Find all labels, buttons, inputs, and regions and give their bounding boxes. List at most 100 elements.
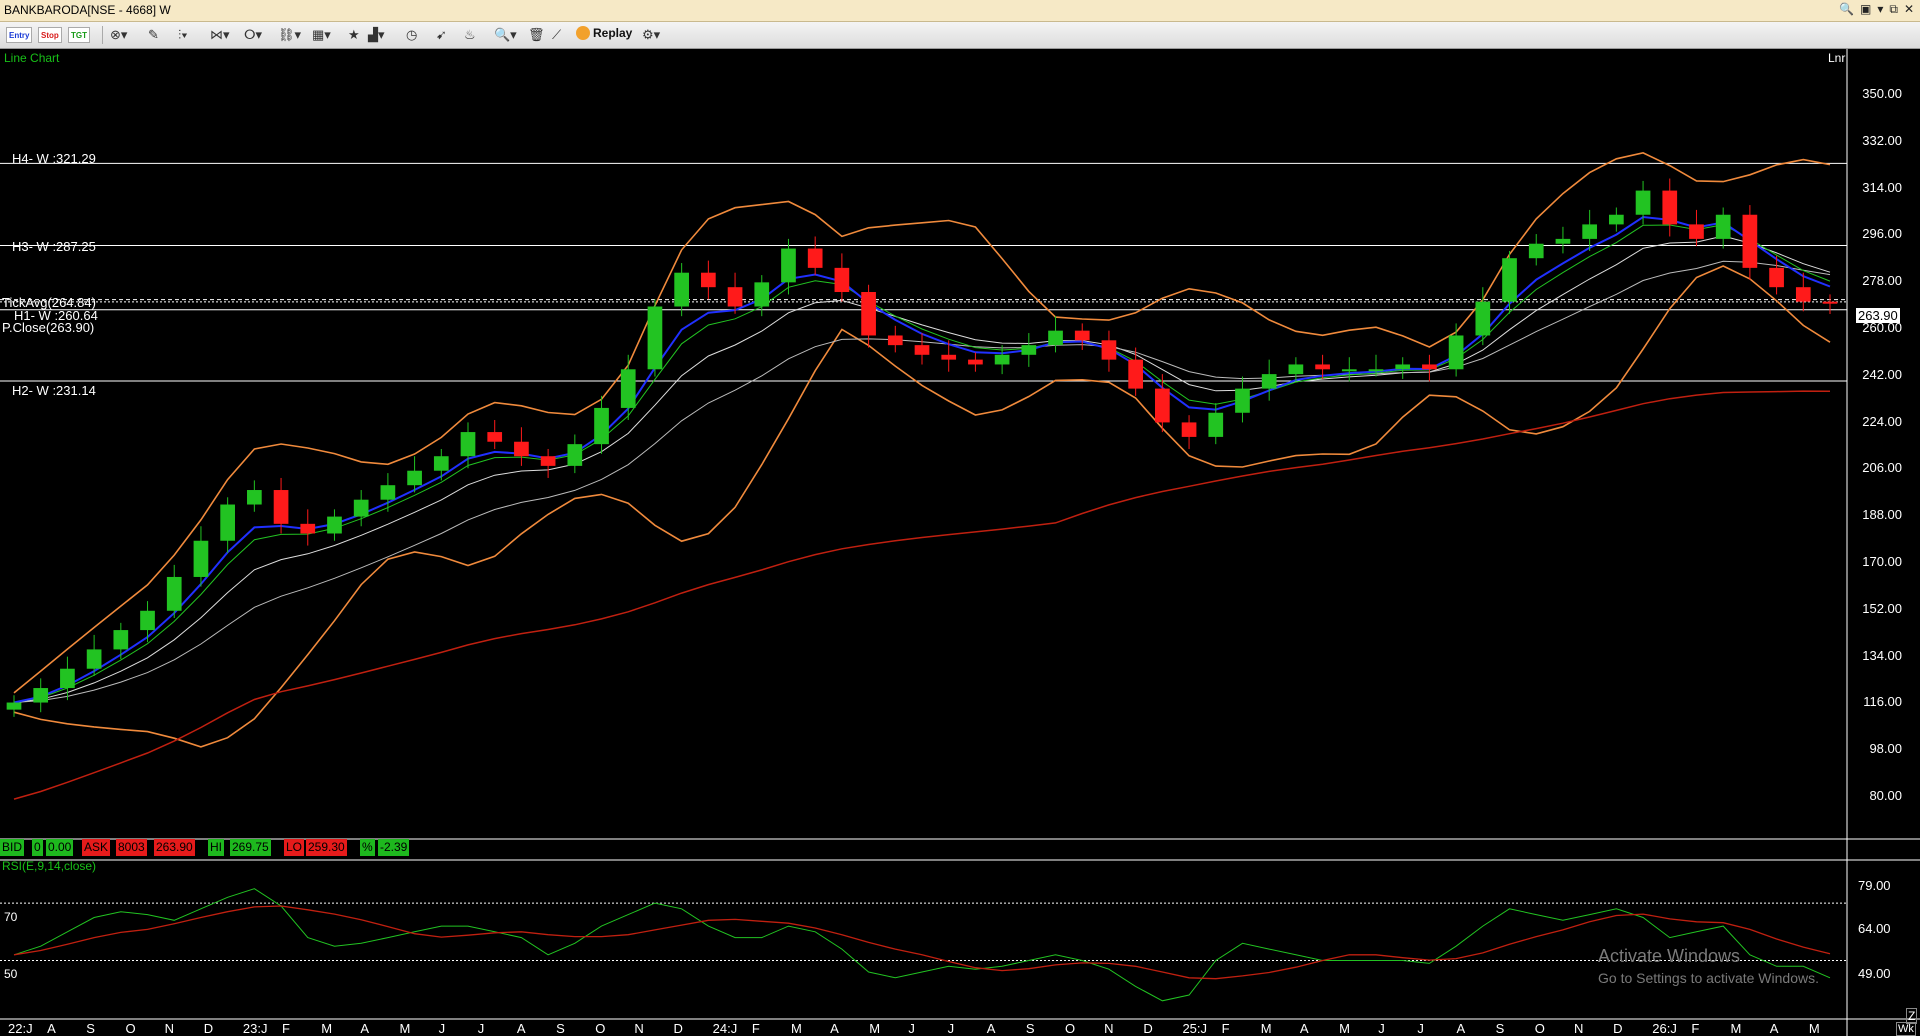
zoom-icon[interactable]: 🔍▾: [494, 25, 517, 45]
time-tick: A: [1299, 1021, 1309, 1036]
level-h4-label: H4- W :321.29: [12, 151, 96, 166]
chart-type-icon[interactable]: ⟋: [552, 25, 561, 45]
candle-body: [1502, 258, 1517, 302]
maximize-icon[interactable]: ⧉: [1889, 2, 1898, 17]
price-tick: 134.00: [1862, 647, 1902, 663]
level-h3-label: H3- W :287.25: [12, 239, 96, 254]
delete-icon[interactable]: 🗑: [528, 25, 545, 45]
time-tick: 24:J: [712, 1021, 738, 1036]
search-icon[interactable]: 🔍: [1839, 2, 1854, 17]
ask-price: 263.90: [154, 839, 195, 856]
hi-label: HI: [208, 839, 224, 856]
lines-icon[interactable]: ⋈▾: [210, 25, 230, 45]
entry-button[interactable]: Entry: [6, 27, 33, 43]
time-tick: M: [399, 1021, 411, 1036]
link-icon[interactable]: ⛓▾: [278, 25, 301, 45]
close-icon[interactable]: ✕: [1904, 2, 1914, 17]
candle-body: [754, 282, 770, 307]
stop-button[interactable]: Stop: [38, 27, 62, 43]
prev-close-label: P.Close(263.90): [2, 320, 95, 335]
period-button[interactable]: Wk: [1896, 1022, 1916, 1036]
settings-icon[interactable]: ⚙▾: [642, 25, 660, 45]
time-tick: D: [1613, 1021, 1623, 1036]
candle-body: [1742, 214, 1758, 268]
candle-body: [514, 441, 529, 457]
candle-body: [353, 499, 369, 517]
candle-body: [807, 248, 823, 268]
clock-icon[interactable]: ◷: [406, 25, 417, 45]
price-tick: 278.00: [1862, 273, 1902, 289]
restore-icon[interactable]: ▣: [1860, 2, 1871, 17]
price-tick: 314.00: [1862, 179, 1902, 195]
time-tick: J: [1417, 1021, 1424, 1036]
time-tick: J: [908, 1021, 915, 1036]
money-icon[interactable]: ⊗▾: [110, 25, 127, 45]
level-h2-label: H2- W :231.14: [12, 383, 96, 398]
rsi-level-70: 70: [4, 910, 18, 924]
time-tick: A: [986, 1021, 996, 1036]
pencil-icon[interactable]: ✎: [148, 25, 159, 45]
price-tick: 296.00: [1862, 226, 1902, 242]
candle-body: [727, 287, 743, 307]
hi-value: 269.75: [230, 839, 271, 856]
pattern-icon[interactable]: ⵔ▾: [244, 25, 262, 45]
candle-body: [60, 668, 75, 689]
candle-body: [1208, 412, 1224, 437]
star-icon[interactable]: ★: [348, 25, 360, 45]
candle-body: [1341, 369, 1357, 372]
price-tick: 98.00: [1869, 741, 1902, 757]
time-tick: F: [282, 1021, 290, 1036]
time-tick: 25:J: [1182, 1021, 1208, 1036]
replay-button[interactable]: Replay: [576, 26, 632, 40]
layout-icon[interactable]: ▦▾: [312, 25, 331, 45]
cursor-icon[interactable]: ➹: [436, 25, 447, 45]
time-tick: J: [1378, 1021, 1385, 1036]
time-tick: A: [830, 1021, 839, 1036]
time-tick: J: [947, 1021, 955, 1036]
time-tick: F: [751, 1021, 760, 1036]
rsi-label: RSI(E,9,14,close): [2, 859, 97, 873]
candle-body: [1155, 388, 1170, 423]
candle-body: [647, 306, 663, 370]
candle-body: [166, 576, 182, 611]
dropdown-icon[interactable]: ▾: [1877, 2, 1883, 17]
lo-value: 259.30: [306, 839, 347, 856]
price-tick: 116.00: [1863, 694, 1902, 710]
candle-body: [1662, 190, 1678, 225]
candle-body: [1048, 330, 1063, 346]
time-tick: A: [1456, 1021, 1466, 1036]
candle-body: [1609, 214, 1624, 225]
price-tick: 224.00: [1862, 413, 1902, 429]
time-tick: M: [1339, 1021, 1350, 1036]
rsi-tick: 64.00: [1858, 921, 1891, 936]
drawing-icon[interactable]: ⫶▾: [178, 25, 188, 45]
time-tick: J: [438, 1021, 446, 1036]
candle-body: [781, 248, 796, 283]
price-tick: 350.00: [1862, 86, 1902, 101]
tgt-button[interactable]: TGT: [68, 27, 90, 43]
bid-qty: 0: [32, 839, 43, 856]
time-tick: M: [790, 1021, 802, 1036]
candle-body: [1181, 422, 1197, 437]
indicator-icon[interactable]: ▟▾: [368, 25, 385, 45]
candle-body: [1101, 340, 1117, 360]
candle-body: [994, 354, 1010, 365]
time-tick: 22:J: [8, 1021, 33, 1036]
lo-label: LO: [284, 839, 305, 856]
window-controls: 🔍 ▣ ▾ ⧉ ✕: [1839, 2, 1914, 17]
time-tick: N: [634, 1021, 644, 1036]
candle-body: [941, 354, 957, 360]
time-tick: N: [164, 1021, 174, 1036]
price-chart[interactable]: [0, 49, 1920, 1036]
time-tick: O: [125, 1021, 136, 1036]
pct-value: -2.39: [378, 839, 410, 856]
rsi-tick: 49.00: [1858, 966, 1891, 981]
time-tick: D: [203, 1021, 214, 1036]
time-tick: N: [1104, 1021, 1114, 1036]
time-tick: 26:J: [1652, 1021, 1677, 1036]
candle-body: [300, 523, 316, 534]
candle-body: [1689, 224, 1704, 239]
alert-icon[interactable]: ♨: [464, 25, 476, 45]
time-tick: D: [1143, 1021, 1153, 1036]
candle-body: [1822, 301, 1838, 304]
